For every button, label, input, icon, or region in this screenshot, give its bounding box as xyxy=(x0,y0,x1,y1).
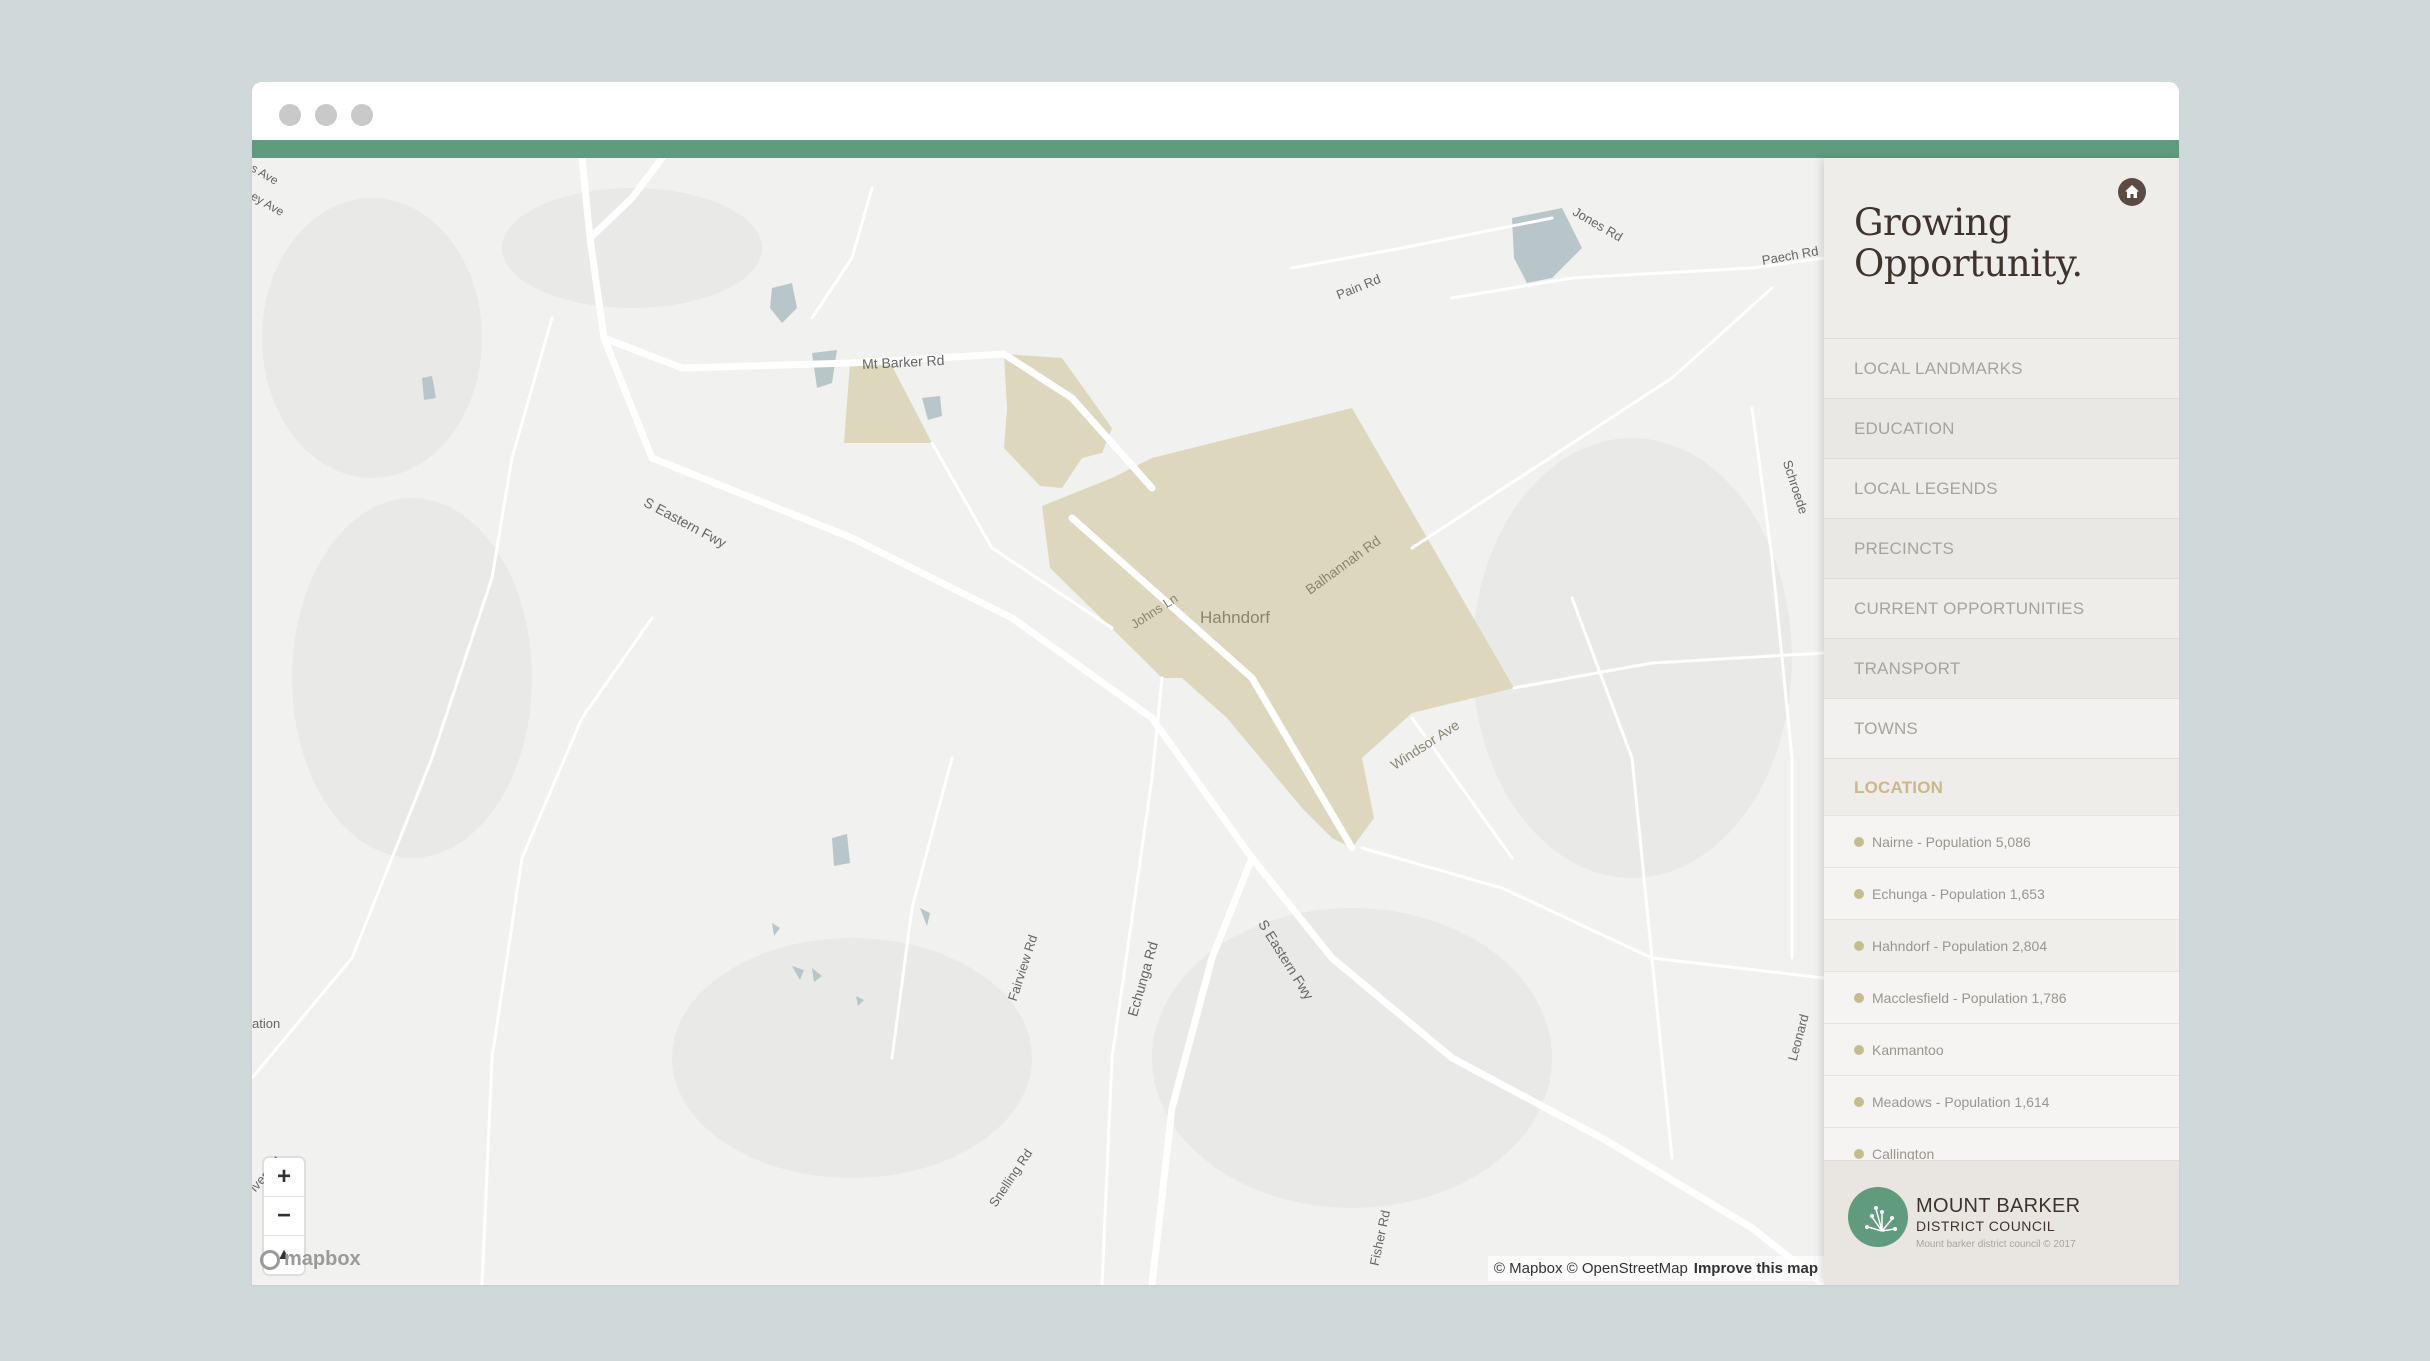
page-title-line2: Opportunity. xyxy=(1854,242,2083,285)
bullet-icon xyxy=(1854,1044,1864,1055)
window-minimize-button[interactable] xyxy=(315,104,337,126)
location-label: Echunga - Population 1,653 xyxy=(1872,885,2045,902)
council-logo-icon xyxy=(1848,1187,1908,1247)
bullet-icon xyxy=(1854,836,1864,847)
location-item[interactable]: Meadows - Population 1,614 xyxy=(1824,1075,2179,1127)
menu-item-transport[interactable]: TRANSPORT xyxy=(1824,638,2179,698)
zoom-out-button[interactable]: − xyxy=(264,1197,304,1236)
menu-item-local-legends[interactable]: LOCAL LEGENDS xyxy=(1824,458,2179,518)
bullet-icon xyxy=(1854,1096,1864,1107)
menu-item-education[interactable]: EDUCATION xyxy=(1824,398,2179,458)
council-copyright: Mount barker district council © 2017 xyxy=(1916,1239,2076,1250)
home-button[interactable] xyxy=(2118,178,2146,206)
bullet-icon xyxy=(1854,940,1864,951)
location-item[interactable]: Nairne - Population 5,086 xyxy=(1824,815,2179,867)
window-close-button[interactable] xyxy=(279,104,301,126)
location-label: Hahndorf - Population 2,804 xyxy=(1872,937,2048,954)
window-maximize-button[interactable] xyxy=(351,104,373,126)
bullet-icon xyxy=(1854,992,1864,1003)
menu-item-location[interactable]: LOCATION xyxy=(1824,758,2179,818)
location-label: Kanmantoo xyxy=(1872,1041,1944,1058)
map-attribution: © Mapbox © OpenStreetMap Improve this map xyxy=(1487,1256,1824,1281)
council-footer: MOUNT BARKER DISTRICT COUNCIL Mount bark… xyxy=(1824,1160,2179,1285)
page-title-line1: Growing xyxy=(1854,201,2012,244)
attribution-text[interactable]: © Mapbox © OpenStreetMap xyxy=(1494,1260,1688,1277)
browser-window: Mt Barker Rd S Eastern Fwy Balhannah Rd … xyxy=(252,82,2179,1285)
map-canvas[interactable]: Mt Barker Rd S Eastern Fwy Balhannah Rd … xyxy=(252,158,1824,1285)
council-logo-subtitle: DISTRICT COUNCIL xyxy=(1916,1218,2056,1234)
menu-item-current-opportunities[interactable]: CURRENT OPPORTUNITIES xyxy=(1824,578,2179,638)
menu-item-precincts[interactable]: PRECINCTS xyxy=(1824,518,2179,578)
zoom-in-button[interactable]: + xyxy=(264,1158,304,1197)
dandelion-icon xyxy=(1865,1206,1897,1232)
improve-map-link[interactable]: Improve this map xyxy=(1694,1260,1818,1277)
home-icon xyxy=(2125,185,2139,198)
location-list: Nairne - Population 5,086 Echunga - Popu… xyxy=(1824,815,2179,1179)
page-title: Growing Opportunity. xyxy=(1854,202,2083,284)
label-hahndorf: Hahndorf xyxy=(1200,608,1270,627)
location-label: Nairne - Population 5,086 xyxy=(1872,833,2031,850)
label-ation: ation xyxy=(252,1016,281,1031)
browser-titlebar xyxy=(252,82,2179,140)
sidebar-menu: LOCAL LANDMARKS EDUCATION LOCAL LEGENDS … xyxy=(1824,338,2179,818)
bullet-icon xyxy=(1854,1148,1864,1159)
menu-item-towns[interactable]: TOWNS xyxy=(1824,698,2179,758)
location-label: Macclesfield - Population 1,786 xyxy=(1872,989,2067,1006)
location-label: Meadows - Population 1,614 xyxy=(1872,1093,2050,1110)
location-item[interactable]: Kanmantoo xyxy=(1824,1023,2179,1075)
mapbox-logo-icon xyxy=(260,1249,280,1270)
menu-item-local-landmarks[interactable]: LOCAL LANDMARKS xyxy=(1824,338,2179,398)
bullet-icon xyxy=(1854,888,1864,899)
mapbox-logo[interactable]: mapbox xyxy=(260,1248,361,1271)
location-item[interactable]: Macclesfield - Population 1,786 xyxy=(1824,971,2179,1023)
location-item[interactable]: Hahndorf - Population 2,804 xyxy=(1824,919,2179,971)
location-item[interactable]: Echunga - Population 1,653 xyxy=(1824,867,2179,919)
council-logo-title: MOUNT BARKER xyxy=(1916,1195,2081,1217)
mapbox-logo-text: mapbox xyxy=(284,1248,361,1270)
header-accent-bar xyxy=(252,140,2179,158)
sidebar: Growing Opportunity. LOCAL LANDMARKS EDU… xyxy=(1824,158,2179,1285)
map-svg xyxy=(252,158,1824,1285)
